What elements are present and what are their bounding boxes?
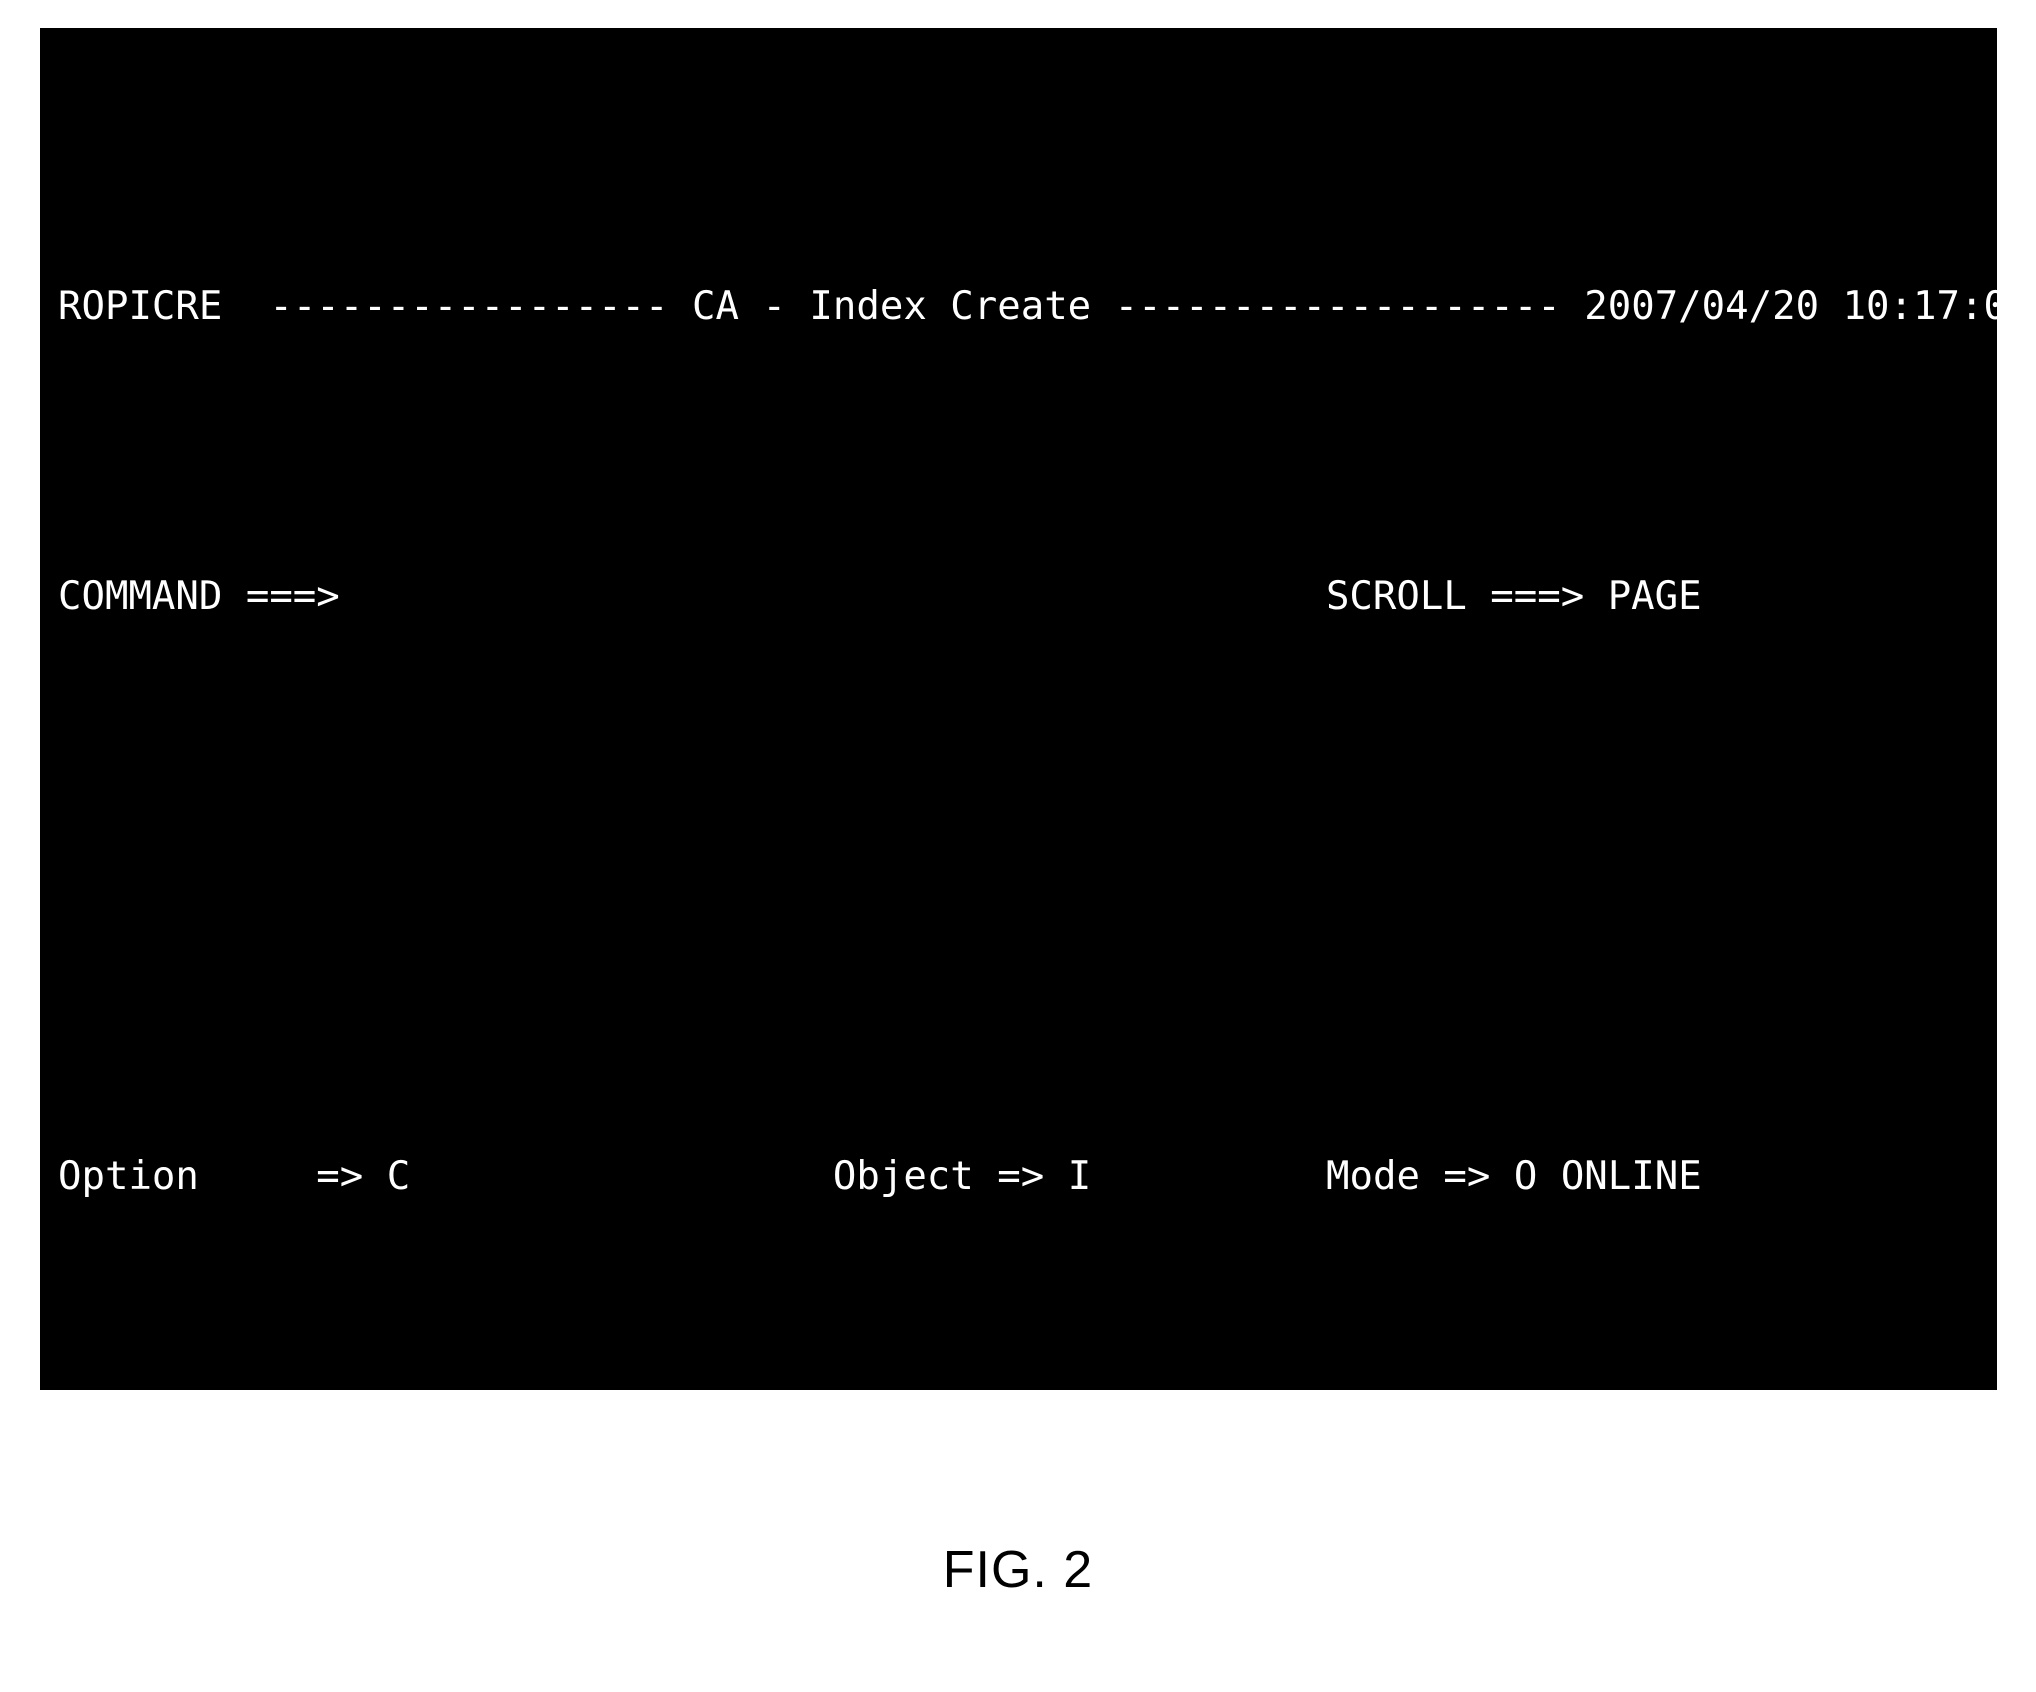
object-pad <box>974 1154 997 1199</box>
header-date: 2007/04/20 <box>1584 284 1820 329</box>
scroll-label: SCROLL ===> <box>1325 574 1585 619</box>
object-gap <box>1044 1154 1067 1199</box>
header-rule-left: ----------------- <box>269 284 669 329</box>
mode-arrow: => <box>1443 1154 1491 1199</box>
scroll-value[interactable]: PAGE <box>1608 574 1702 619</box>
figure-page: ROPICRE ----------------- CA - Index Cre… <box>0 0 2036 1692</box>
screen-id: ROPICRE <box>58 284 223 329</box>
panel-title: CA - Index Create <box>692 284 1092 329</box>
header-spacer-1 <box>222 284 269 329</box>
object-label: Object <box>832 1154 974 1199</box>
option-arrow: => <box>316 1154 364 1199</box>
header-spacer-2 <box>669 284 692 329</box>
object-arrow: => <box>997 1154 1045 1199</box>
terminal-header-line: ROPICRE ----------------- CA - Index Cre… <box>58 278 1997 336</box>
header-spacer-4 <box>1561 284 1584 329</box>
header-spacer-3 <box>1091 284 1114 329</box>
mode-label: Mode <box>1326 1154 1420 1199</box>
mode-gap <box>1490 1154 1513 1199</box>
header-rule-right: ------------------- <box>1114 284 1561 329</box>
command-line-row[interactable]: COMMAND ===> SCROLL ===> PAGE <box>58 568 1997 626</box>
mode-value[interactable]: O ONLINE <box>1514 1154 1702 1199</box>
scroll-gap <box>1584 574 1607 619</box>
option-label: Option <box>58 1154 199 1199</box>
option-row: Option => C Object => I Mode => O ONLINE <box>58 1148 1997 1206</box>
option-gap <box>363 1154 386 1199</box>
terminal-screen[interactable]: ROPICRE ----------------- CA - Index Cre… <box>40 28 1997 1390</box>
header-time: 10:17:09 <box>1842 284 1997 329</box>
object-value[interactable]: I <box>1068 1154 1091 1199</box>
option-pad <box>199 1154 316 1199</box>
command-input[interactable] <box>340 574 1326 619</box>
header-spacer-5 <box>1819 284 1842 329</box>
option-value[interactable]: C <box>387 1154 410 1199</box>
mode-pad <box>1420 1154 1443 1199</box>
figure-caption: FIG. 2 <box>942 1541 1094 1599</box>
object-pad2 <box>1091 1154 1326 1199</box>
command-label: COMMAND ===> <box>58 574 340 619</box>
option-pad2 <box>410 1154 833 1199</box>
